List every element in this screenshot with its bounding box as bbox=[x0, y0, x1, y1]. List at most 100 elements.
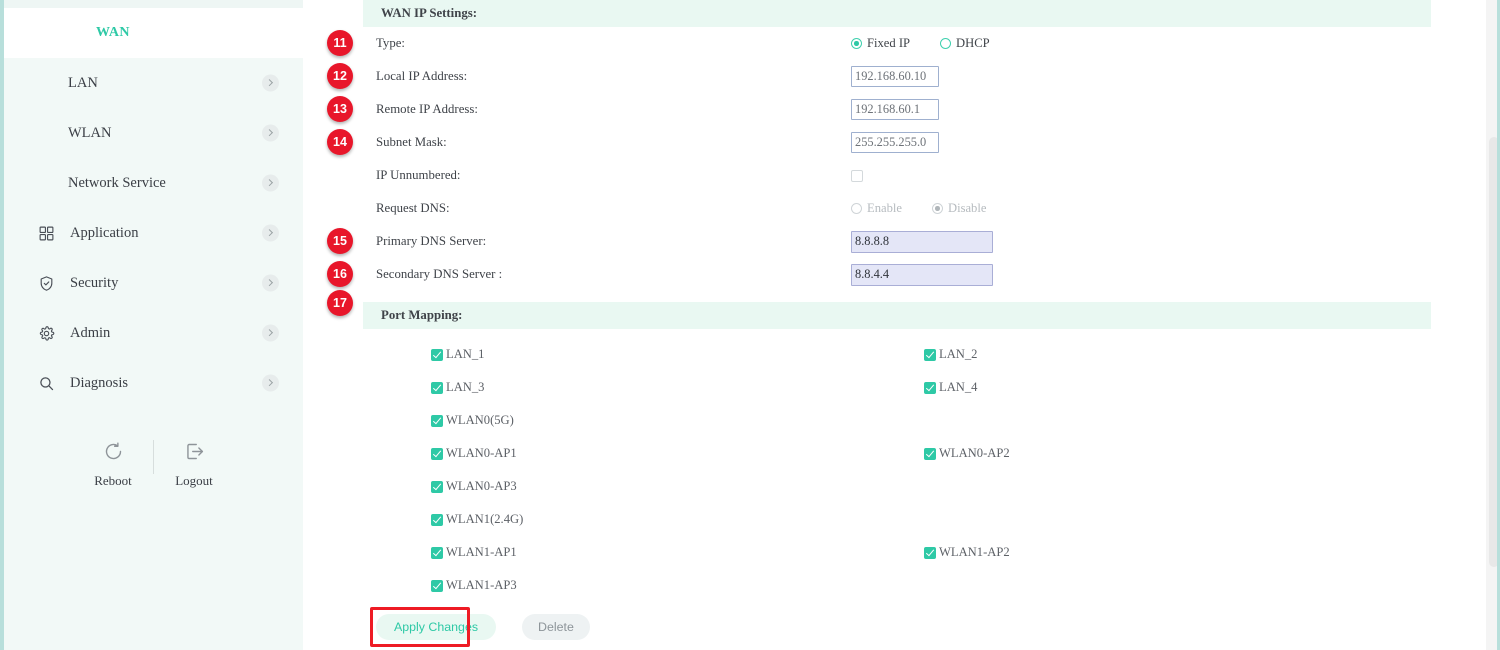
port-checkbox-item[interactable]: WLAN1-AP1 bbox=[376, 545, 922, 560]
port-checkbox-item[interactable]: LAN_2 bbox=[922, 347, 977, 362]
chevron-right-icon[interactable] bbox=[262, 225, 279, 242]
port-mapping-row: LAN_1LAN_2 bbox=[376, 338, 1486, 371]
settings-row: Primary DNS Server:8.8.8.8 bbox=[363, 225, 1486, 258]
port-label: LAN_4 bbox=[939, 380, 977, 395]
row-field: 192.168.60.10 bbox=[851, 66, 939, 87]
text-input[interactable]: 8.8.4.4 bbox=[851, 264, 993, 286]
text-input[interactable]: 8.8.8.8 bbox=[851, 231, 993, 253]
radio-option[interactable]: DHCP bbox=[940, 36, 990, 51]
checkbox-checked-icon[interactable] bbox=[924, 349, 936, 361]
port-checkbox-item[interactable]: WLAN0-AP2 bbox=[922, 446, 1010, 461]
port-mapping-row: WLAN0(5G) bbox=[376, 404, 1486, 437]
apply-changes-wrapper: Apply Changes bbox=[376, 614, 496, 640]
radio-option[interactable]: Enable bbox=[851, 201, 902, 216]
row-field: 255.255.255.0 bbox=[851, 132, 939, 153]
sidebar-item-label: WAN bbox=[96, 25, 281, 41]
radio-label: DHCP bbox=[956, 36, 990, 51]
sidebar-item-network-service[interactable]: Network Service bbox=[4, 158, 303, 208]
gear-icon bbox=[36, 323, 56, 343]
radio-label: Fixed IP bbox=[867, 36, 910, 51]
chevron-right-icon[interactable] bbox=[262, 75, 279, 92]
sidebar-item-diagnosis[interactable]: Diagnosis bbox=[4, 358, 303, 408]
checkbox-checked-icon[interactable] bbox=[924, 448, 936, 460]
chevron-right-icon[interactable] bbox=[262, 275, 279, 292]
settings-row: Type: Fixed IP DHCP bbox=[363, 27, 1486, 60]
port-checkbox-item[interactable]: LAN_3 bbox=[376, 380, 922, 395]
chevron-right-icon[interactable] bbox=[262, 125, 279, 142]
checkbox-checked-icon[interactable] bbox=[431, 547, 443, 559]
radio-option[interactable]: Disable bbox=[932, 201, 986, 216]
checkbox-checked-icon[interactable] bbox=[431, 514, 443, 526]
port-label: WLAN0-AP3 bbox=[446, 479, 517, 494]
checkbox-checked-icon[interactable] bbox=[431, 415, 443, 427]
sidebar-item-wlan[interactable]: WLAN bbox=[4, 108, 303, 158]
ip-unnumbered-checkbox[interactable] bbox=[851, 170, 863, 182]
settings-rows: Type: Fixed IP DHCP Local IP Address:192.16… bbox=[363, 27, 1486, 291]
checkbox-checked-icon[interactable] bbox=[431, 481, 443, 493]
row-field: Fixed IP DHCP bbox=[851, 36, 990, 51]
port-checkbox-item[interactable]: LAN_4 bbox=[922, 380, 977, 395]
port-label: WLAN0-AP1 bbox=[446, 446, 517, 461]
sidebar-item-lan[interactable]: LAN bbox=[4, 58, 303, 108]
checkbox-checked-icon[interactable] bbox=[924, 382, 936, 394]
chevron-right-icon[interactable] bbox=[262, 175, 279, 192]
annotation-badge: 11 bbox=[327, 30, 353, 56]
settings-row: Subnet Mask:255.255.255.0 bbox=[363, 126, 1486, 159]
port-checkbox-item[interactable]: WLAN0(5G) bbox=[376, 413, 922, 428]
checkbox-checked-icon[interactable] bbox=[431, 580, 443, 592]
row-field bbox=[851, 170, 863, 182]
wan-section-header: WAN IP Settings: bbox=[363, 0, 1431, 27]
text-input[interactable]: 192.168.60.10 bbox=[851, 66, 939, 87]
settings-row: Request DNS:EnableDisable bbox=[363, 192, 1486, 225]
port-label: LAN_3 bbox=[446, 380, 484, 395]
port-checkbox-item[interactable]: WLAN1-AP2 bbox=[922, 545, 1010, 560]
port-label: WLAN1-AP2 bbox=[939, 545, 1010, 560]
sidebar-item-application[interactable]: Application bbox=[4, 208, 303, 258]
row-field: 192.168.60.1 bbox=[851, 99, 939, 120]
port-checkbox-item[interactable]: WLAN1-AP3 bbox=[376, 578, 922, 593]
sidebar-item-security[interactable]: Security bbox=[4, 258, 303, 308]
radio-label: Disable bbox=[948, 201, 986, 216]
chevron-right-icon[interactable] bbox=[262, 375, 279, 392]
settings-row: Local IP Address:192.168.60.10 bbox=[363, 60, 1486, 93]
text-input[interactable]: 192.168.60.1 bbox=[851, 99, 939, 120]
port-checkbox-item[interactable]: WLAN0-AP3 bbox=[376, 479, 922, 494]
radio-dot-icon bbox=[851, 203, 862, 214]
port-label: WLAN1-AP1 bbox=[446, 545, 517, 560]
sidebar: WAN LAN WLAN Network ServiceApplicationSecu… bbox=[0, 0, 303, 650]
reboot-button[interactable]: Reboot bbox=[81, 441, 145, 489]
sidebar-item-wan[interactable]: WAN bbox=[4, 8, 303, 58]
row-label: Type: bbox=[376, 36, 851, 51]
checkbox-checked-icon[interactable] bbox=[924, 547, 936, 559]
annotation-badges: 11121314151617 bbox=[303, 0, 363, 650]
radio-group: Enable Disable bbox=[851, 201, 986, 216]
chevron-right-icon[interactable] bbox=[262, 325, 279, 342]
annotation-badge: 17 bbox=[327, 290, 353, 316]
sidebar-item-label: WLAN bbox=[68, 125, 281, 142]
sidebar-actions: Reboot Logout bbox=[4, 440, 303, 490]
sidebar-item-admin[interactable]: Admin bbox=[4, 308, 303, 358]
port-mapping-list: LAN_1LAN_2 LAN_3 LAN_4 WLAN0(5G) WLAN0-AP1 WL… bbox=[363, 329, 1486, 602]
port-mapping-row: WLAN0-AP3 bbox=[376, 470, 1486, 503]
port-mapping-title: Port Mapping: bbox=[381, 308, 462, 323]
delete-button[interactable]: Delete bbox=[522, 614, 590, 640]
port-checkbox-item[interactable]: WLAN0-AP1 bbox=[376, 446, 922, 461]
text-input[interactable]: 255.255.255.0 bbox=[851, 132, 939, 153]
apply-changes-button[interactable]: Apply Changes bbox=[376, 614, 496, 640]
checkbox-checked-icon[interactable] bbox=[431, 382, 443, 394]
settings-row: Remote IP Address:192.168.60.1 bbox=[363, 93, 1486, 126]
port-checkbox-item[interactable]: WLAN1(2.4G) bbox=[376, 512, 922, 527]
port-mapping-section-header: Port Mapping: bbox=[363, 302, 1431, 329]
reboot-icon bbox=[103, 441, 124, 467]
row-field: 8.8.4.4 bbox=[851, 264, 993, 286]
logout-button[interactable]: Logout bbox=[162, 441, 226, 489]
checkbox-checked-icon[interactable] bbox=[431, 448, 443, 460]
checkbox-checked-icon[interactable] bbox=[431, 349, 443, 361]
sidebar-nav-list: WAN LAN WLAN Network ServiceApplicationSecu… bbox=[4, 8, 303, 408]
sidebar-item-label: Diagnosis bbox=[70, 375, 281, 392]
row-label: Remote IP Address: bbox=[376, 102, 851, 117]
sidebar-item-label: LAN bbox=[68, 75, 281, 92]
annotation-badge: 15 bbox=[327, 228, 353, 254]
port-checkbox-item[interactable]: LAN_1 bbox=[376, 347, 922, 362]
radio-option[interactable]: Fixed IP bbox=[851, 36, 910, 51]
